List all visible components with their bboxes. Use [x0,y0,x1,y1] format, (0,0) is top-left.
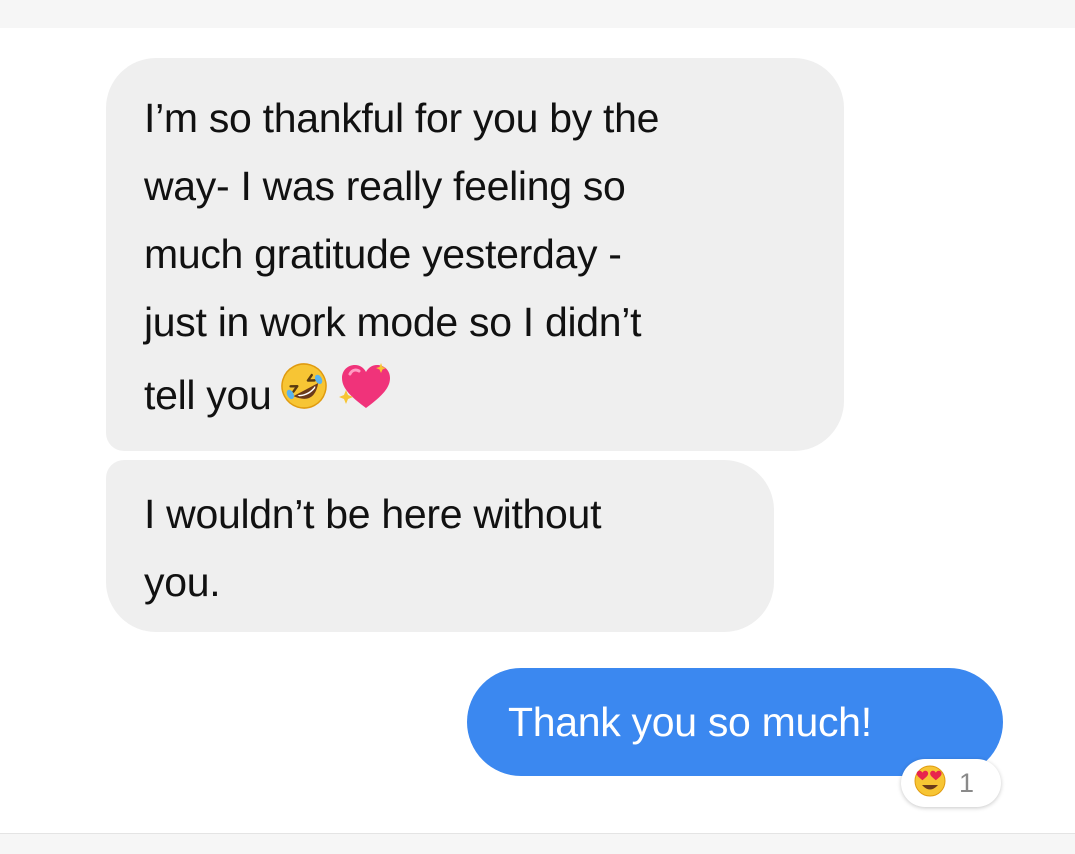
incoming-message-bubble[interactable]: I’m so thankful for you by the way- I wa… [106,58,844,451]
message-text-line: way- I was really feeling so [144,163,626,209]
message-reaction-badge[interactable]: 1 [901,759,1001,807]
incoming-message-bubble[interactable]: I wouldn’t be here without you. [106,460,774,632]
top-bar [0,0,1075,28]
message-text-line: just in work mode so I didn’t [144,299,642,345]
rolling-on-floor-laughing-emoji-icon [278,359,330,437]
heart-eyes-emoji-icon [913,764,947,803]
message-text-line: tell you [144,372,272,418]
reaction-count: 1 [959,767,975,798]
sparkling-heart-emoji-icon [336,359,392,437]
message-text: Thank you so much! [508,699,872,745]
message-text-line: I wouldn’t be here without [144,491,602,537]
message-text-line: much gratitude yesterday - [144,231,622,277]
bottom-bar [0,833,1075,854]
message-text-line: you. [144,559,221,605]
message-text-line-with-emojis: tell you [144,356,814,434]
message-text-line: I’m so thankful for you by the [144,95,660,141]
